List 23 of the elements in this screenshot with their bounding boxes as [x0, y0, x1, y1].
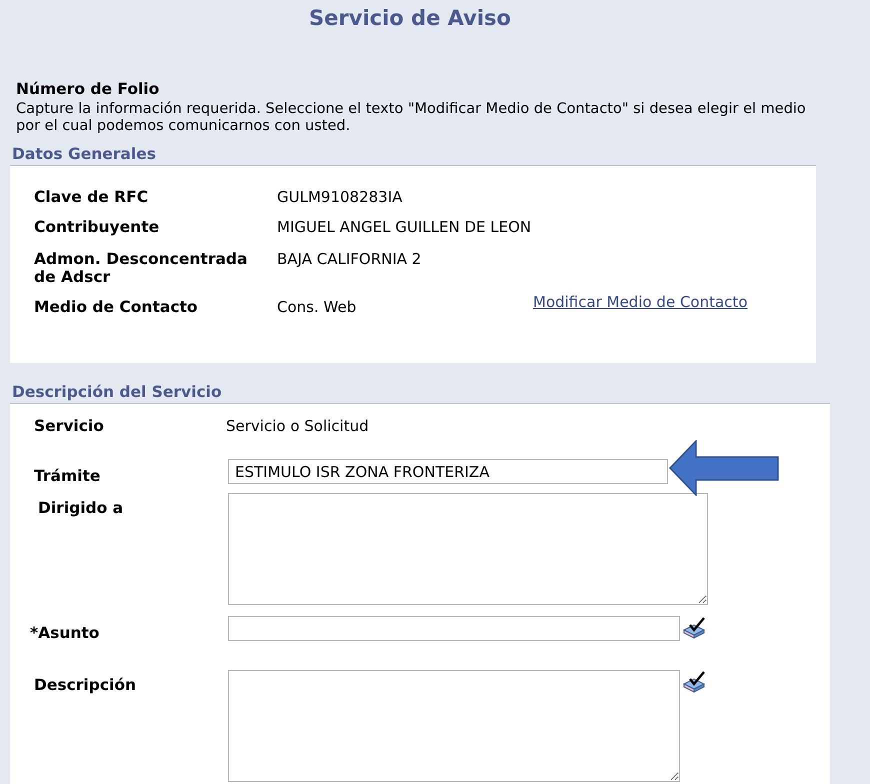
text-field[interactable] — [228, 616, 680, 641]
instructions-text: Capture la información requerida. Seleccione el texto "Modificar Medio de Contacto" si desea elegir el medio por el cual podemos comunicarnos con usted. — [16, 101, 807, 135]
text-area[interactable] — [228, 493, 708, 605]
page-title: Servicio de Aviso — [308, 5, 512, 32]
spellcheck-icon[interactable] — [682, 670, 706, 694]
field-label: Dirigido a — [38, 499, 124, 517]
field-value: BAJA CALIFORNIA 2 — [277, 250, 422, 268]
spellcheck-icon[interactable] — [682, 616, 706, 640]
field-value: Servicio o Solicitud — [226, 417, 369, 435]
field-label: *Asunto — [30, 624, 100, 642]
text-field[interactable]: ESTIMULO ISR ZONA FRONTERIZA — [228, 459, 668, 484]
field-label: Medio de Contacto — [34, 298, 199, 316]
field-label: Contribuyente — [34, 218, 160, 236]
modify-contact-link[interactable]: Modificar Medio de Contacto — [533, 293, 816, 311]
field-value: MIGUEL ANGEL GUILLEN DE LEON — [277, 218, 532, 236]
field-label: Admon. Desconcentrada de Adscr — [34, 250, 248, 286]
field-value: GULM9108283IA — [277, 188, 404, 206]
field-label: Trámite — [34, 467, 102, 485]
field-label: Clave de RFC — [34, 188, 150, 206]
folio-heading: Número de Folio — [16, 80, 160, 98]
field-label: Servicio — [34, 417, 105, 435]
field-label: Descripción — [34, 676, 138, 694]
field-value: Cons. Web — [277, 298, 358, 316]
